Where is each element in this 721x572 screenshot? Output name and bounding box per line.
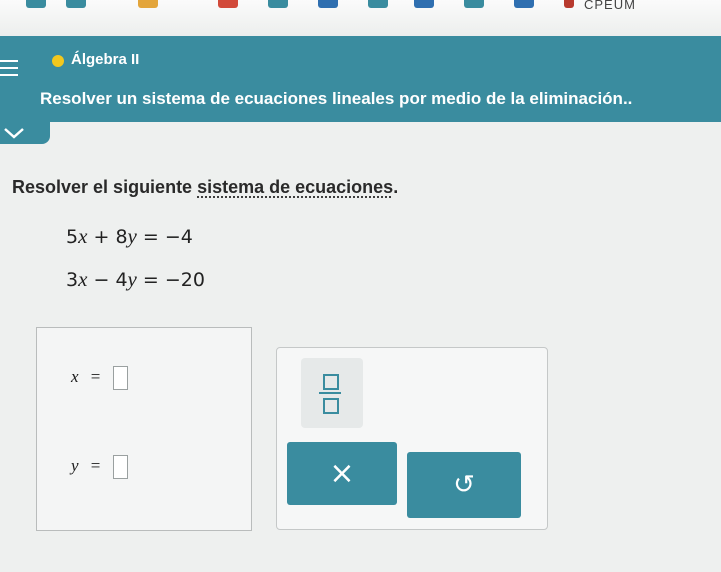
toolbar-icon[interactable] — [368, 0, 388, 8]
var-x: x — [78, 224, 88, 248]
clear-button[interactable]: × — [287, 442, 397, 505]
instruction-period: . — [393, 177, 399, 197]
coef-x: 3 — [66, 269, 79, 291]
course-title: Álgebra II — [71, 51, 140, 68]
close-icon: × — [329, 456, 355, 491]
var-x: x — [78, 267, 88, 291]
answer-row-y: y = — [71, 455, 128, 479]
x-label: x — [71, 366, 79, 386]
equals-sign: = — [90, 366, 101, 386]
coef-y: 4 — [115, 269, 128, 291]
operator: − — [93, 269, 110, 291]
toolbar-icon[interactable] — [318, 0, 338, 8]
fraction-bar-icon — [319, 392, 341, 394]
operator: + — [93, 226, 110, 248]
toolbar-icon[interactable] — [66, 0, 86, 8]
toolbar-icon[interactable] — [26, 0, 46, 8]
toolbar-icon[interactable] — [218, 0, 238, 8]
math-keypad: × ↺ — [276, 347, 548, 530]
var-y: y — [127, 267, 137, 291]
instruction-text: Resolver el siguiente — [12, 177, 198, 197]
fraction-numerator-icon — [323, 374, 339, 390]
fraction-button[interactable] — [301, 358, 363, 428]
equation-2: 3x − 4y = −20 — [66, 267, 205, 292]
equals-sign: = — [90, 455, 101, 475]
y-label: y — [71, 455, 79, 475]
undo-button[interactable]: ↺ — [407, 452, 521, 518]
toolbar-icon[interactable] — [464, 0, 484, 8]
equation-1: 5x + 8y = −4 — [66, 224, 193, 249]
toolbar-icon[interactable] — [138, 0, 158, 8]
toolbar-icon[interactable] — [564, 0, 574, 8]
toolbar-label[interactable]: CPEUM — [584, 0, 636, 12]
problem-instruction: Resolver el siguiente sistema de ecuacio… — [12, 177, 398, 198]
answer-panel: x = y = — [36, 327, 252, 531]
glossary-link[interactable]: sistema de ecuaciones — [197, 177, 393, 197]
equals-sign: = — [142, 226, 159, 248]
toolbar-icon[interactable] — [414, 0, 434, 8]
collapse-toggle[interactable] — [0, 122, 50, 144]
undo-icon: ↺ — [453, 470, 475, 500]
x-answer-input[interactable] — [112, 366, 128, 390]
lesson-header: Álgebra II Resolver un sistema de ecuaci… — [0, 36, 721, 122]
answer-row-x: x = — [71, 366, 128, 390]
var-y: y — [127, 224, 137, 248]
rhs-value: −4 — [164, 226, 193, 248]
toolbar-icon[interactable] — [268, 0, 288, 8]
topic-title: Resolver un sistema de ecuaciones lineal… — [40, 89, 633, 108]
equals-sign: = — [142, 269, 159, 291]
coef-y: 8 — [115, 226, 128, 248]
fraction-denominator-icon — [323, 398, 339, 414]
coef-x: 5 — [66, 226, 79, 248]
rhs-value: −20 — [164, 269, 205, 291]
menu-icon[interactable] — [0, 60, 18, 78]
chevron-down-icon — [4, 128, 24, 139]
y-answer-input[interactable] — [112, 455, 128, 479]
status-dot-icon — [52, 55, 64, 67]
browser-toolbar: CPEUM — [0, 0, 721, 37]
toolbar-icon[interactable] — [514, 0, 534, 8]
